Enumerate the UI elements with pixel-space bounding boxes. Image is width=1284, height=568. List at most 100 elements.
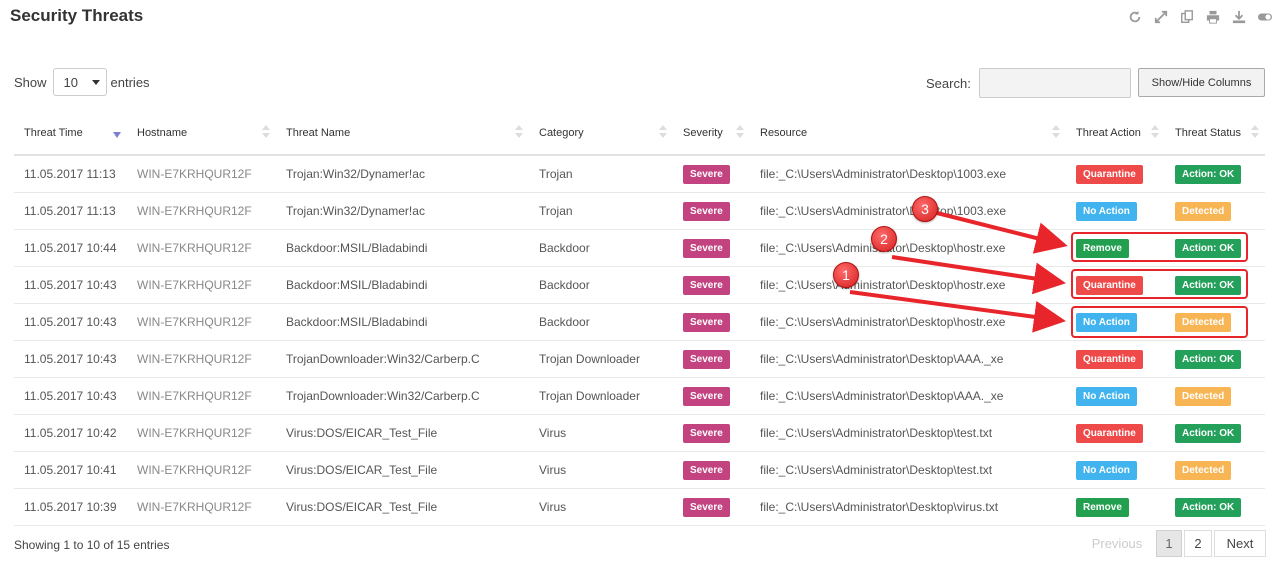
cell-resource: file:_C:\Users\Administrator\Desktop\vir… <box>750 488 1066 526</box>
page-title: Security Threats <box>10 6 144 25</box>
cell-threat-action: Quarantine <box>1066 340 1165 378</box>
table-row: 11.05.2017 10:43 WIN-E7KRHQUR12F TrojanDow… <box>14 377 1265 415</box>
cell-threat-action: No Action <box>1066 303 1165 341</box>
cell-threat-status: Detected <box>1165 192 1265 230</box>
cell-threat-time: 11.05.2017 10:41 <box>14 451 127 489</box>
search-input[interactable] <box>978 68 1131 98</box>
cell-resource: file:_C:\Users\Administrator\Desktop\AAA… <box>750 340 1066 378</box>
severity-badge: Severe <box>683 312 730 332</box>
table-info: Showing 1 to 10 of 15 entries <box>14 538 170 552</box>
table-row: 11.05.2017 10:43 WIN-E7KRHQUR12F Backdoor:… <box>14 266 1265 304</box>
toggle-icon[interactable] <box>1256 8 1274 26</box>
col-threat-name[interactable]: Threat Name <box>276 112 529 156</box>
cell-threat-status: Detected <box>1165 451 1265 489</box>
print-icon[interactable] <box>1204 8 1222 26</box>
threat-action-button[interactable]: Quarantine <box>1076 275 1143 295</box>
threat-action-button[interactable]: Remove <box>1076 238 1129 258</box>
cell-hostname: WIN-E7KRHQUR12F <box>127 414 276 452</box>
cell-category: Trojan Downloader <box>529 340 673 378</box>
sort-icon <box>1151 125 1159 139</box>
cell-hostname: WIN-E7KRHQUR12F <box>127 303 276 341</box>
cell-threat-action: Remove <box>1066 488 1165 526</box>
sort-icon <box>515 125 523 139</box>
cell-threat-status: Action: OK <box>1165 340 1265 378</box>
col-category[interactable]: Category <box>529 112 673 156</box>
cell-category: Trojan <box>529 155 673 193</box>
sort-icon <box>1251 125 1259 139</box>
entries-select[interactable]: 10 <box>52 68 107 96</box>
cell-resource: file:_C:\Users\Administrator\Desktop\tes… <box>750 451 1066 489</box>
cell-resource: file:_C:\Users\Administrator\Desktop\AAA… <box>750 377 1066 415</box>
cell-threat-time: 11.05.2017 10:39 <box>14 488 127 526</box>
severity-badge: Severe <box>683 164 730 184</box>
expand-icon[interactable] <box>1152 8 1170 26</box>
severity-badge: Severe <box>683 201 730 221</box>
length-control: Show 10 entries <box>14 68 150 96</box>
cell-hostname: WIN-E7KRHQUR12F <box>127 155 276 193</box>
download-icon[interactable] <box>1230 8 1248 26</box>
sort-icon <box>1052 125 1060 139</box>
cell-threat-action: Quarantine <box>1066 155 1165 193</box>
entries-select-value: 10 <box>63 74 78 90</box>
copy-icon[interactable] <box>1178 8 1196 26</box>
pagination: Previous 1 2 Next <box>1078 530 1266 557</box>
severity-badge: Severe <box>683 238 730 258</box>
page-2-button[interactable]: 2 <box>1184 530 1212 557</box>
cell-threat-name: TrojanDownloader:Win32/Carberp.C <box>276 340 529 378</box>
cell-threat-status: Action: OK <box>1165 229 1265 267</box>
cell-threat-time: 11.05.2017 10:43 <box>14 340 127 378</box>
cell-threat-time: 11.05.2017 11:13 <box>14 155 127 193</box>
cell-threat-name: TrojanDownloader:Win32/Carberp.C <box>276 377 529 415</box>
cell-hostname: WIN-E7KRHQUR12F <box>127 488 276 526</box>
table-row: 11.05.2017 10:39 WIN-E7KRHQUR12F Virus:DOS… <box>14 488 1265 526</box>
col-severity[interactable]: Severity <box>673 112 750 156</box>
cell-threat-status: Action: OK <box>1165 488 1265 526</box>
sort-icon <box>659 125 667 139</box>
show-label: Show <box>14 74 47 90</box>
cell-resource: file:_C:\Users\Administrator\Desktop\hos… <box>750 303 1066 341</box>
cell-threat-name: Virus:DOS/EICAR_Test_File <box>276 451 529 489</box>
col-threat-status[interactable]: Threat Status <box>1165 112 1265 156</box>
threat-action-button[interactable]: No Action <box>1076 386 1137 406</box>
threat-action-button[interactable]: No Action <box>1076 312 1137 332</box>
cell-resource: file:_C:\Users\Administrator\Desktop\100… <box>750 192 1066 230</box>
threat-status-badge: Detected <box>1175 201 1232 221</box>
cell-severity: Severe <box>673 155 750 193</box>
cell-threat-time: 11.05.2017 10:43 <box>14 303 127 341</box>
cell-category: Trojan Downloader <box>529 377 673 415</box>
refresh-icon[interactable] <box>1126 8 1144 26</box>
cell-category: Virus <box>529 451 673 489</box>
threat-status-badge: Action: OK <box>1175 164 1242 184</box>
table-row: 11.05.2017 10:43 WIN-E7KRHQUR12F TrojanDow… <box>14 340 1265 378</box>
cell-threat-name: Backdoor:MSIL/Bladabindi <box>276 229 529 267</box>
cell-severity: Severe <box>673 377 750 415</box>
threat-action-button[interactable]: Quarantine <box>1076 349 1143 369</box>
cell-threat-action: Quarantine <box>1066 266 1165 304</box>
cell-category: Virus <box>529 488 673 526</box>
show-hide-columns-button[interactable]: Show/Hide Columns <box>1138 68 1265 97</box>
cell-threat-action: Remove <box>1066 229 1165 267</box>
threat-action-button[interactable]: Quarantine <box>1076 164 1143 184</box>
col-threat-action[interactable]: Threat Action <box>1066 112 1165 156</box>
col-hostname[interactable]: Hostname <box>127 112 276 156</box>
table-header-row: Threat Time Hostname Threat Name Categor… <box>14 112 1265 156</box>
table-row: 11.05.2017 10:41 WIN-E7KRHQUR12F Virus:DOS… <box>14 451 1265 489</box>
cell-threat-name: Virus:DOS/EICAR_Test_File <box>276 414 529 452</box>
previous-button[interactable]: Previous <box>1080 530 1154 557</box>
threat-action-button[interactable]: No Action <box>1076 201 1137 221</box>
cell-hostname: WIN-E7KRHQUR12F <box>127 266 276 304</box>
cell-threat-name: Backdoor:MSIL/Bladabindi <box>276 266 529 304</box>
cell-severity: Severe <box>673 414 750 452</box>
cell-category: Virus <box>529 414 673 452</box>
col-resource[interactable]: Resource <box>750 112 1066 156</box>
threat-action-button[interactable]: No Action <box>1076 460 1137 480</box>
threat-action-button[interactable]: Quarantine <box>1076 423 1143 443</box>
table-row: 11.05.2017 10:42 WIN-E7KRHQUR12F Virus:DOS… <box>14 414 1265 452</box>
cell-threat-status: Action: OK <box>1165 414 1265 452</box>
col-threat-time[interactable]: Threat Time <box>14 112 127 156</box>
cell-hostname: WIN-E7KRHQUR12F <box>127 340 276 378</box>
cell-threat-action: Quarantine <box>1066 414 1165 452</box>
next-button[interactable]: Next <box>1214 530 1266 557</box>
threat-action-button[interactable]: Remove <box>1076 497 1129 517</box>
page-1-button[interactable]: 1 <box>1156 530 1182 557</box>
